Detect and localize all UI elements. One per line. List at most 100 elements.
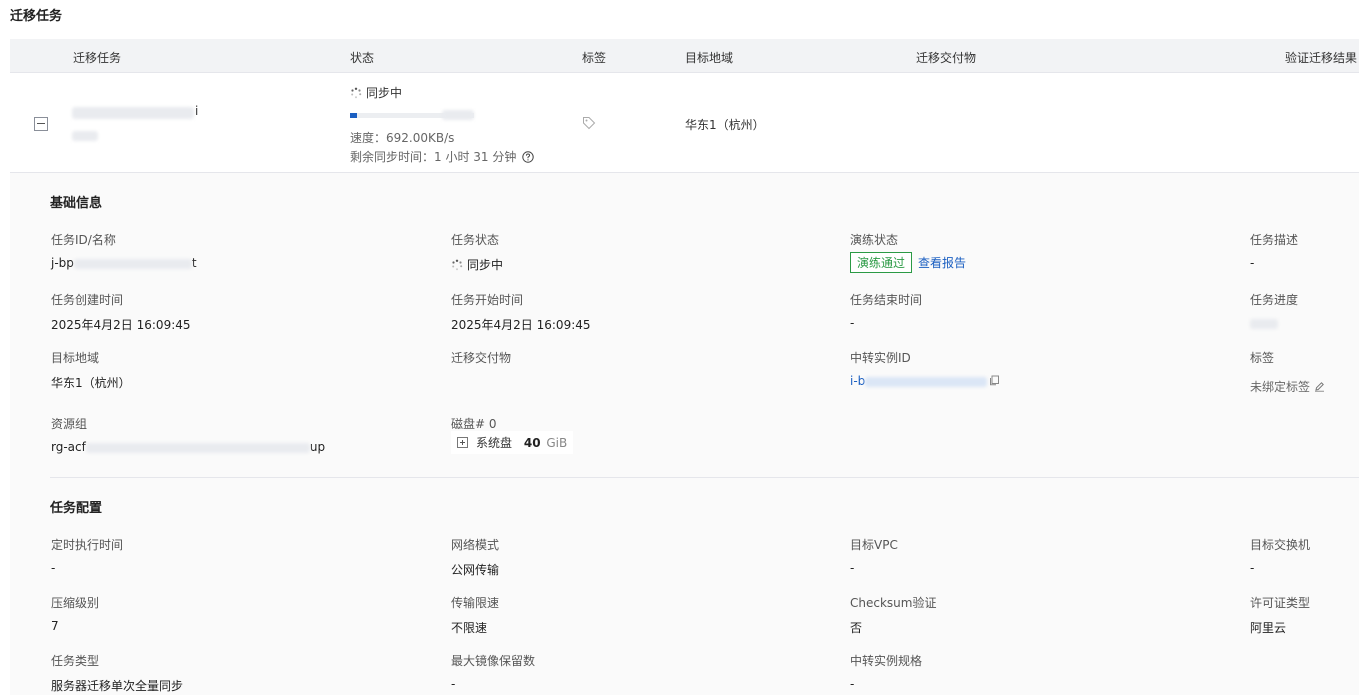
header-deliverable[interactable]: 迁移交付物 — [916, 49, 976, 66]
field-tags: 标签 未绑定标签 — [1250, 349, 1325, 395]
field-relay-spec: 中转实例规格 - — [850, 652, 922, 691]
table-header: 迁移任务 状态 标签 目标地域 迁移交付物 验证迁移结果 — [10, 39, 1359, 73]
header-tags[interactable]: 标签 — [582, 49, 606, 66]
disk-item[interactable]: 系统盘 40 GiB — [451, 431, 574, 454]
task-id-suffix: t — [191, 256, 197, 270]
task-type-label: 任务类型 — [51, 654, 100, 668]
task-status-value: 同步中 — [451, 256, 503, 273]
task-type-value: 服务器迁移单次全量同步 — [51, 679, 184, 693]
schedule-time-value: - — [51, 561, 56, 575]
relay-instance-value[interactable]: i-b — [850, 374, 1000, 388]
start-time-value: 2025年4月2日 16:09:45 — [451, 318, 591, 332]
header-task[interactable]: 迁移任务 — [73, 49, 121, 66]
page-title: 迁移任务 — [10, 9, 63, 24]
task-name-redacted[interactable] — [72, 107, 194, 119]
field-max-image: 最大镜像保留数 - — [451, 652, 535, 691]
drill-status-label: 演练状态 — [850, 233, 899, 247]
task-progress-label: 任务进度 — [1250, 293, 1299, 307]
resource-group-value: rg-acf up — [51, 440, 325, 454]
tags-value: 未绑定标签 — [1250, 378, 1325, 395]
tag-icon[interactable] — [582, 116, 596, 130]
collapse-row-button[interactable] — [34, 117, 48, 131]
checksum-label: Checksum验证 — [850, 596, 937, 610]
task-status-label: 任务状态 — [451, 233, 500, 247]
drill-status-value: 演练通过 查看报告 — [850, 252, 966, 273]
field-target-vpc: 目标VPC - — [850, 536, 898, 575]
target-vswitch-label: 目标交换机 — [1250, 538, 1311, 552]
resource-group-suffix: up — [309, 440, 326, 454]
edit-icon[interactable] — [1314, 381, 1325, 392]
sync-progress-fill — [350, 113, 358, 118]
header-verify[interactable]: 验证迁移结果 — [1285, 49, 1357, 66]
task-name-suffix: i — [195, 104, 199, 118]
start-time-label: 任务开始时间 — [451, 293, 524, 307]
end-time-value: - — [850, 316, 855, 330]
status-label: 同步中 — [366, 86, 403, 100]
field-task-id: 任务ID/名称 j-bp t — [51, 231, 197, 270]
drill-pass-badge: 演练通过 — [850, 252, 913, 273]
target-vswitch-value: - — [1250, 561, 1255, 575]
relay-spec-label: 中转实例规格 — [850, 654, 923, 668]
field-deliverable: 迁移交付物 — [451, 349, 511, 366]
relay-spec-value: - — [850, 677, 855, 691]
task-progress-redacted — [1250, 318, 1278, 329]
task-id-label: 任务ID/名称 — [51, 233, 116, 247]
region-cell: 华东1（杭州） — [685, 118, 765, 132]
expand-plus-icon[interactable] — [457, 437, 468, 448]
field-task-status: 任务状态 同步中 — [451, 231, 503, 273]
task-id-value[interactable]: j-bp t — [51, 256, 197, 270]
disk-label: 磁盘# 0 — [451, 417, 497, 431]
deliverable-label: 迁移交付物 — [451, 351, 512, 365]
end-time-label: 任务结束时间 — [850, 293, 923, 307]
license-type-label: 许可证类型 — [1250, 596, 1311, 610]
compress-level-label: 压缩级别 — [51, 596, 100, 610]
sync-speed: 速度：692.00KB/s — [350, 131, 455, 145]
field-license-type: 许可证类型 阿里云 — [1250, 594, 1310, 636]
max-image-label: 最大镜像保留数 — [451, 654, 536, 668]
bandwidth-limit-label: 传输限速 — [451, 596, 500, 610]
target-vpc-label: 目标VPC — [850, 538, 898, 552]
field-disk: 磁盘# 0 — [451, 415, 497, 432]
checksum-value: 否 — [850, 621, 863, 635]
copy-icon[interactable] — [989, 375, 1000, 386]
unbound-tags-text: 未绑定标签 — [1250, 380, 1311, 394]
question-circle-icon[interactable] — [522, 151, 535, 163]
field-compress-level: 压缩级别 7 — [51, 594, 99, 633]
field-checksum: Checksum验证 否 — [850, 594, 936, 636]
created-time-label: 任务创建时间 — [51, 293, 124, 307]
section-divider — [50, 477, 1359, 478]
field-bandwidth-limit: 传输限速 不限速 — [451, 594, 499, 636]
task-id-prefix: j-bp — [51, 256, 74, 270]
basic-info-title: 基础信息 — [50, 196, 103, 211]
field-task-type: 任务类型 服务器迁移单次全量同步 — [51, 652, 183, 694]
field-created-time: 任务创建时间 2025年4月2日 16:09:45 — [51, 291, 191, 333]
max-image-value: - — [451, 677, 456, 691]
schedule-time-label: 定时执行时间 — [51, 538, 124, 552]
header-region[interactable]: 目标地域 — [685, 49, 733, 66]
resource-group-prefix: rg-acf — [51, 440, 86, 454]
task-status-text: 同步中 — [467, 258, 504, 272]
task-name-redacted-2 — [72, 131, 98, 141]
network-mode-label: 网络模式 — [451, 538, 500, 552]
view-report-link[interactable]: 查看报告 — [918, 256, 966, 270]
header-status[interactable]: 状态 — [350, 49, 374, 66]
spinner-icon — [452, 259, 463, 271]
task-progress-value — [1250, 316, 1298, 330]
bandwidth-limit-value: 不限速 — [451, 621, 488, 635]
disk-size: 40 — [523, 436, 541, 450]
relay-instance-link[interactable]: i-b — [850, 374, 865, 388]
remaining-time-text: 剩余同步时间：1 小时 31 分钟 — [350, 150, 517, 164]
resource-group-redacted — [85, 442, 310, 453]
field-resource-group: 资源组 rg-acf up — [51, 415, 325, 454]
field-network-mode: 网络模式 公网传输 — [451, 536, 499, 578]
disk-name: 系统盘 — [476, 436, 513, 450]
relay-instance-label: 中转实例ID — [850, 351, 911, 365]
table-row: i 同步中 速度：692.00KB/s 剩余同步时间：1 小时 31 分钟 华东… — [10, 73, 1359, 173]
status-cell: 同步中 — [350, 84, 402, 101]
target-vpc-value: - — [850, 561, 855, 575]
disk-unit: GiB — [546, 436, 568, 450]
spinner-icon — [351, 87, 362, 99]
network-mode-value: 公网传输 — [451, 563, 500, 577]
field-task-desc: 任务描述 - — [1250, 231, 1298, 270]
tags-label: 标签 — [1250, 351, 1275, 365]
